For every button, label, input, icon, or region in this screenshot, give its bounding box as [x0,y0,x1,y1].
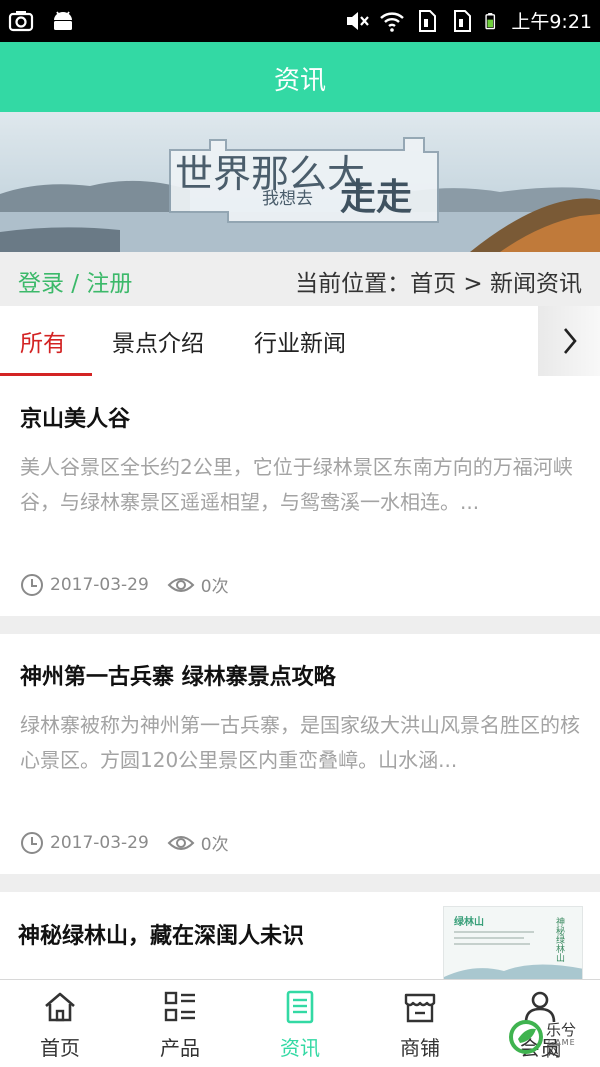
watermark-sub: GAME [548,1038,576,1047]
sim-icon [419,9,437,32]
news-title: 神秘绿林山，藏在深闺人未识 [18,924,305,949]
nav-label: 资讯 [280,1036,320,1060]
location-bar: 登录 / 注册 当前位置：首页 > 新闻资讯 [0,252,600,306]
android-icon [54,11,72,30]
news-item[interactable]: 神秘绿林山，藏在深闺人未识 绿林山 神秘绿林山 [0,892,600,982]
store-icon [404,993,436,1023]
leaf-icon [509,1020,543,1054]
news-meta: 2017-03-29 0次 [20,830,247,855]
news-date: 2017-03-29 [50,832,149,853]
page-title: 资讯 [273,66,326,96]
tab-industry-news[interactable]: 行业新闻 [254,324,346,358]
news-summary: 美人谷景区全长约2公里，它位于绿林景区东南方向的万福河峡谷，与绿林寨景区遥遥相望… [20,455,573,514]
banner-text-2: 我想去 [262,189,313,208]
eye-icon [167,835,195,850]
landscape-illustration: 世界那么大 我想去 走走 [0,112,600,252]
home-icon [45,992,75,1022]
banner-text-3: 走走 [340,177,412,217]
mute-icon [347,11,370,30]
news-title: 神州第一古兵寨 绿林寨景点攻略 [20,665,336,690]
nav-stores[interactable]: 商铺 [360,980,480,1067]
news-date: 2017-03-29 [50,574,149,595]
news-views: 0次 [200,577,229,597]
banner-image[interactable]: 世界那么大 我想去 走走 [0,112,600,252]
thumbnail-title: 绿林山 [454,915,484,928]
news-item[interactable]: 神州第一古兵寨 绿林寨景点攻略 绿林寨被称为神州第一古兵寨，是国家级大洪山风景名… [0,634,600,874]
tab-scenic-intro[interactable]: 景点介绍 [112,324,204,358]
grid-list-icon [164,991,195,1022]
nav-label: 商铺 [400,1036,440,1060]
nav-news[interactable]: 资讯 [240,980,360,1067]
news-summary: 绿林寨被称为神州第一古兵寨，是国家级大洪山风景名胜区的核心景区。方圆120公里景… [20,713,580,772]
thumbnail-side-text: 神秘绿林山 [555,916,565,962]
nav-products[interactable]: 产品 [120,980,240,1067]
news-views: 0次 [200,835,229,855]
clock-icon [21,831,43,854]
camera-icon [8,11,34,32]
status-bar: 上午9:21 [0,0,600,42]
breadcrumb: 当前位置：首页 > 新闻资讯 [295,271,582,297]
login-register-link[interactable]: 登录 / 注册 [18,264,132,298]
bottom-navigation: 首页 产品 资讯 商铺 会员 乐兮网 GAME [0,979,600,1067]
wifi-icon [380,11,405,32]
tabs-more-button[interactable] [538,306,600,376]
chevron-right-icon [564,328,577,354]
eye-icon [167,577,195,592]
sim-icon [454,9,472,32]
clock-icon [21,573,43,596]
tab-all[interactable]: 所有 [20,324,66,358]
nav-label: 首页 [40,1036,80,1060]
status-time: 上午9:21 [511,11,592,33]
news-thumbnail: 绿林山 神秘绿林山 [443,906,583,982]
nav-label: 产品 [160,1036,200,1060]
news-item[interactable]: 京山美人谷 美人谷景区全长约2公里，它位于绿林景区东南方向的万福河峡谷，与绿林寨… [0,376,600,616]
battery-icon [485,12,496,29]
app-header: 资讯 [0,42,600,112]
news-meta: 2017-03-29 0次 [20,572,247,597]
nav-home[interactable]: 首页 [0,980,120,1067]
category-tabs: 所有 景点介绍 行业新闻 [0,306,600,377]
watermark-logo: 乐兮网 GAME [508,1017,588,1060]
document-icon [286,990,314,1024]
news-title: 京山美人谷 [20,407,131,432]
